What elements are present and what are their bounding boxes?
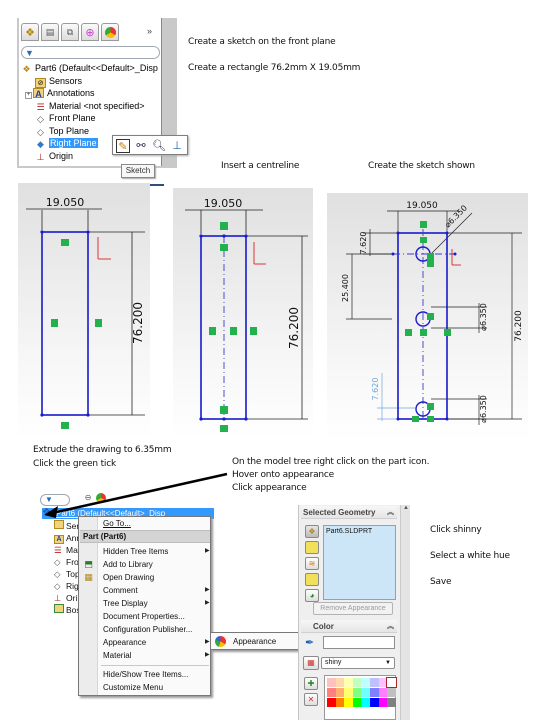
collapse-icon[interactable]: ︽	[387, 506, 394, 519]
select-surfaces-button[interactable]: ≋	[305, 557, 319, 570]
scroll-up-icon[interactable]: ▲	[403, 505, 409, 511]
menu-item-material[interactable]: Material ▶	[103, 649, 210, 662]
menu-item-hidden-tree-items[interactable]: Hidden Tree Items ▶	[103, 545, 210, 558]
select-bodies-button[interactable]	[305, 573, 319, 586]
add-to-library-icon: ⬒	[84, 559, 93, 569]
color-swatch[interactable]	[387, 698, 397, 707]
color-palette	[324, 675, 398, 720]
appearance-icon	[215, 636, 226, 647]
menu-item-add-to-library[interactable]: Add to Library	[103, 558, 153, 571]
color-value-input[interactable]	[323, 636, 395, 649]
open-drawing-icon: ▦	[84, 572, 93, 582]
menu-item-document-properties[interactable]: Document Properties...	[103, 610, 185, 623]
collapse-icon[interactable]: ︽	[387, 620, 394, 633]
eyedropper-icon[interactable]: ✒	[305, 636, 314, 649]
remove-swatch-button[interactable]: ✕	[304, 693, 318, 706]
chevron-down-icon: ▼	[385, 660, 391, 666]
color-swatch[interactable]	[386, 677, 398, 688]
color-swatch-button[interactable]: ▦	[303, 656, 319, 670]
menu-item-configuration-publisher[interactable]: Configuration Publisher...	[103, 623, 192, 636]
submenu-arrow-icon: ▶	[205, 652, 210, 658]
select-faces-button[interactable]	[305, 541, 319, 554]
menu-separator	[101, 665, 209, 666]
menu-item-open-drawing[interactable]: Open Drawing	[103, 571, 154, 584]
panel-scrollbar[interactable]: ▲	[400, 505, 410, 720]
add-swatch-button[interactable]: ✚	[304, 677, 318, 690]
appearance-property-panel: Selected Geometry ︽ ❖ ≋ ◕ Part6.SLDPRT Re…	[298, 505, 410, 720]
select-part-button[interactable]: ❖	[305, 525, 319, 538]
submenu-arrow-icon: ▶	[205, 548, 210, 554]
menu-item-hide-show-tree-items[interactable]: Hide/Show Tree Items...	[103, 668, 188, 681]
swatch-icon: ▦	[307, 658, 315, 667]
select-features-button[interactable]: ◕	[305, 589, 319, 602]
color-header[interactable]: Color ︽	[301, 620, 397, 633]
submenu-arrow-icon: ▶	[205, 600, 210, 606]
finish-dropdown[interactable]: shiny ▼	[321, 657, 395, 669]
appearance-submenu: Appearance	[210, 632, 300, 650]
submenu-arrow-icon: ▶	[205, 587, 210, 593]
selected-item[interactable]: Part6.SLDPRT	[326, 528, 372, 535]
submenu-arrow-icon: ▶	[205, 639, 210, 645]
menu-item-appearance[interactable]: Appearance ▶	[103, 636, 210, 649]
menu-item-comment[interactable]: Comment ▶	[103, 584, 210, 597]
color-swatch[interactable]	[387, 688, 397, 697]
submenu-item-appearance[interactable]: Appearance	[233, 635, 276, 648]
menu-header-part: Part (Part6)	[80, 530, 210, 543]
selected-geometry-header[interactable]: Selected Geometry ︽	[301, 506, 397, 519]
remove-appearance-button[interactable]: Remove Appearance	[313, 602, 393, 615]
menu-item-go-to[interactable]: Go To...	[103, 517, 131, 530]
menu-item-tree-display[interactable]: Tree Display ▶	[103, 597, 210, 610]
selected-geometry-list[interactable]: Part6.SLDPRT	[323, 525, 396, 600]
menu-item-customize-menu[interactable]: Customize Menu	[103, 681, 163, 694]
part-context-menu: Go To... Part (Part6) Hidden Tree Items ▶…	[78, 516, 211, 696]
